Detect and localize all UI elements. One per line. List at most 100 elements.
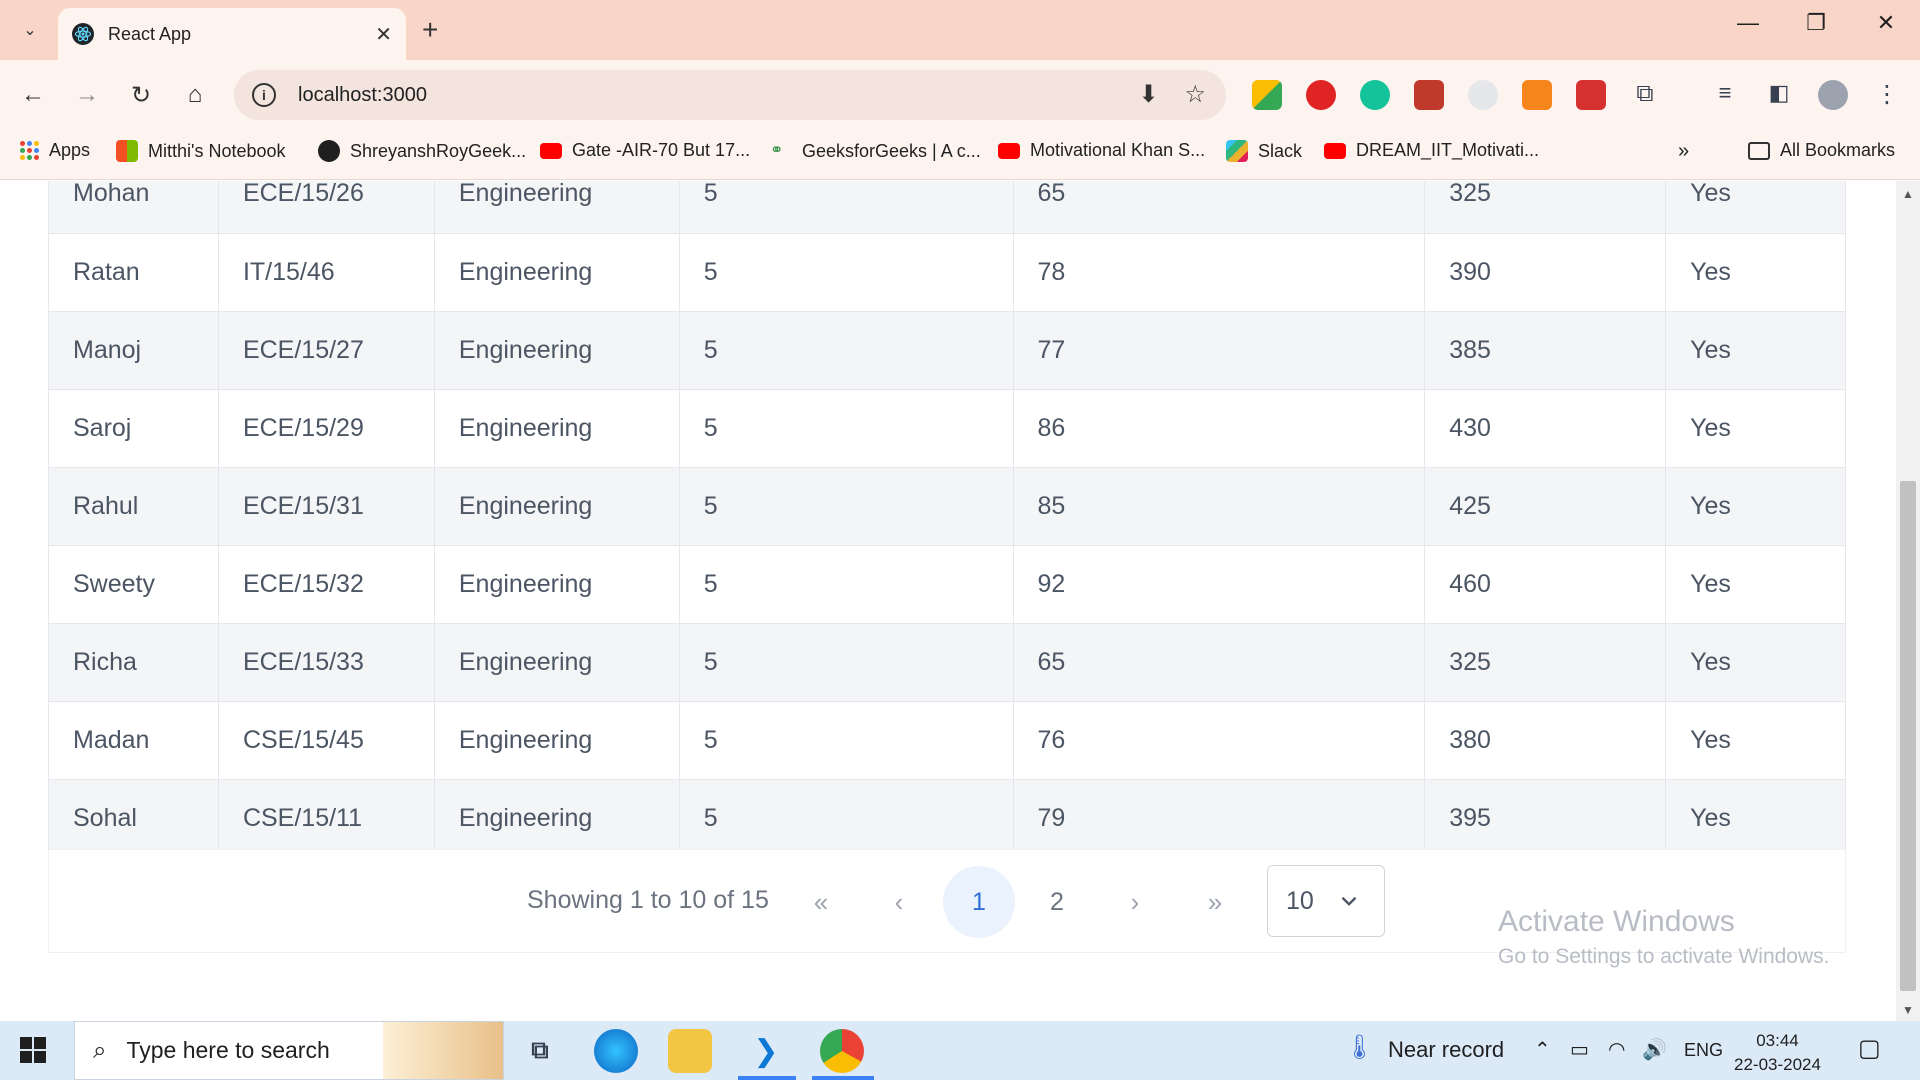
home-button[interactable]: ⌂ — [178, 78, 212, 112]
bookmark-gate[interactable]: Gate -AIR-70 But 17... — [540, 140, 750, 161]
bookmark-slack[interactable]: Slack — [1226, 140, 1302, 162]
page-scrollbar[interactable]: ▲ ▼ — [1896, 181, 1920, 1021]
bookmark-label: Mitthi's Notebook — [148, 140, 286, 161]
notifications-icon[interactable]: ▢ — [1858, 1034, 1881, 1063]
cell-dept: Engineering — [434, 467, 680, 546]
table-row: Saroj ECE/15/29 Engineering 5 86 430 Yes — [48, 389, 1846, 468]
tab-search-button[interactable]: ⌄ — [10, 12, 50, 48]
cell-name: Madan — [48, 701, 219, 780]
side-panel-icon[interactable]: ◧ — [1764, 80, 1794, 110]
cell-credits: 5 — [679, 181, 1014, 234]
prev-page-button[interactable]: ‹ — [863, 866, 935, 938]
next-page-button[interactable]: › — [1099, 866, 1171, 938]
search-highlight-image — [383, 1022, 503, 1079]
new-tab-button[interactable]: + — [422, 14, 438, 46]
cell-marks: 86 — [1013, 389, 1426, 468]
cell-name: Sohal — [48, 779, 219, 858]
thermometer-icon[interactable]: 🌡 — [1344, 1033, 1374, 1062]
cell-credits: 5 — [679, 389, 1014, 468]
bookmark-apps[interactable]: Apps — [20, 140, 90, 161]
cell-name: Mohan — [48, 181, 219, 234]
task-view-icon[interactable]: ⧉ — [518, 1029, 562, 1073]
cell-marks: 77 — [1013, 311, 1426, 390]
volume-icon[interactable]: 🔊 — [1642, 1037, 1667, 1062]
system-clock[interactable]: 03:44 22-03-2024 — [1734, 1029, 1821, 1077]
scrollbar-thumb[interactable] — [1900, 481, 1916, 991]
youtube-icon — [1324, 142, 1346, 159]
extension-puzzle-red-icon[interactable] — [1414, 80, 1444, 110]
scroll-up-icon[interactable]: ▲ — [1896, 187, 1920, 201]
extension-sheets-icon[interactable] — [1252, 80, 1282, 110]
search-icon: ⌕ — [93, 1036, 107, 1064]
install-app-icon[interactable]: ⬇ — [1138, 80, 1158, 109]
cell-credits: 5 — [679, 623, 1014, 702]
table-row: Madan CSE/15/45 Engineering 5 76 380 Yes — [48, 701, 1846, 780]
first-page-button[interactable]: « — [785, 866, 857, 938]
restore-button[interactable]: ❐ — [1796, 10, 1836, 36]
extension-book-icon[interactable] — [1576, 80, 1606, 110]
extension-circle-icon[interactable] — [1468, 80, 1498, 110]
all-bookmarks-button[interactable]: All Bookmarks — [1748, 140, 1895, 161]
cell-dept: Engineering — [434, 779, 680, 858]
youtube-icon — [540, 142, 562, 159]
table-row: Richa ECE/15/33 Engineering 5 65 325 Yes — [48, 623, 1846, 702]
cell-pass: Yes — [1665, 623, 1846, 702]
language-indicator[interactable]: ENG — [1684, 1040, 1723, 1061]
file-explorer-icon[interactable] — [668, 1029, 712, 1073]
pagination-summary: Showing 1 to 10 of 15 — [527, 886, 769, 914]
address-bar[interactable]: i localhost:3000 ⬇ ☆ — [234, 70, 1226, 120]
last-page-button[interactable]: » — [1179, 866, 1251, 938]
page-button-1[interactable]: 1 — [943, 866, 1015, 938]
cell-marks: 65 — [1013, 181, 1426, 234]
table-row: Manoj ECE/15/27 Engineering 5 77 385 Yes — [48, 311, 1846, 390]
bookmark-dream-iit[interactable]: DREAM_IIT_Motivati... — [1324, 140, 1539, 161]
windows-start-button[interactable] — [20, 1037, 46, 1063]
close-window-button[interactable]: ✕ — [1866, 10, 1906, 36]
wifi-icon[interactable]: ◠ — [1608, 1037, 1625, 1062]
github-icon — [318, 140, 340, 162]
active-tab[interactable]: React App ✕ — [58, 8, 406, 60]
weather-text[interactable]: Near record — [1388, 1037, 1504, 1063]
profile-avatar[interactable] — [1818, 80, 1848, 110]
bookmark-star-icon[interactable]: ☆ — [1184, 80, 1206, 109]
page-button-2[interactable]: 2 — [1021, 866, 1093, 938]
vscode-icon[interactable]: ❯ — [744, 1029, 788, 1073]
bookmarks-bar: Apps Mitthi's Notebook ShreyanshRoyGeek.… — [0, 128, 1920, 180]
media-controls-icon[interactable]: ≡ — [1710, 80, 1740, 110]
cell-total: 385 — [1424, 311, 1667, 390]
forward-button[interactable]: → — [70, 78, 104, 112]
cell-roll: IT/15/46 — [218, 233, 435, 312]
bookmark-label: Slack — [1258, 140, 1303, 161]
minimize-button[interactable]: — — [1728, 10, 1768, 36]
bookmark-geeksforgeeks[interactable]: ⚭ GeeksforGeeks | A c... — [770, 140, 981, 162]
taskbar-search-box[interactable]: ⌕ Type here to search — [74, 1021, 504, 1080]
extensions-puzzle-icon[interactable]: ⧉ — [1630, 80, 1660, 110]
cell-total: 460 — [1424, 545, 1667, 624]
metamask-icon[interactable] — [1522, 80, 1552, 110]
close-tab-icon[interactable]: ✕ — [375, 22, 392, 47]
reload-button[interactable]: ↻ — [124, 78, 158, 112]
tab-strip: ⌄ React App ✕ + — ❐ ✕ — [0, 0, 1920, 60]
chrome-icon[interactable] — [820, 1029, 864, 1073]
apps-grid-icon — [20, 141, 39, 160]
page-size-select[interactable]: 10 — [1267, 865, 1385, 937]
cell-dept: Engineering — [434, 389, 680, 468]
cell-name: Sweety — [48, 545, 219, 624]
bookmark-mitthis-notebook[interactable]: Mitthi's Notebook — [116, 140, 286, 162]
back-button[interactable]: ← — [16, 78, 50, 112]
show-hidden-icons-chevron-up-icon[interactable]: ⌃ — [1534, 1037, 1551, 1062]
bookmark-label: Gate -AIR-70 But 17... — [572, 140, 751, 160]
bookmark-motivational[interactable]: Motivational Khan S... — [998, 140, 1205, 161]
extension-grammarly-icon[interactable] — [1360, 80, 1390, 110]
extension-adblock-icon[interactable] — [1306, 80, 1336, 110]
more-bookmarks-button[interactable]: » — [1678, 140, 1689, 163]
scroll-down-icon[interactable]: ▼ — [1896, 1003, 1920, 1017]
cell-credits: 5 — [679, 545, 1014, 624]
cell-name: Rahul — [48, 467, 219, 546]
edge-icon[interactable] — [594, 1029, 638, 1073]
battery-icon[interactable]: ▭ — [1570, 1037, 1589, 1062]
clock-date: 22-03-2024 — [1734, 1055, 1821, 1074]
bookmark-github[interactable]: ShreyanshRoyGeek... — [318, 140, 526, 162]
menu-kebab-icon[interactable]: ⋮ — [1872, 80, 1902, 110]
site-info-icon[interactable]: i — [252, 83, 276, 107]
